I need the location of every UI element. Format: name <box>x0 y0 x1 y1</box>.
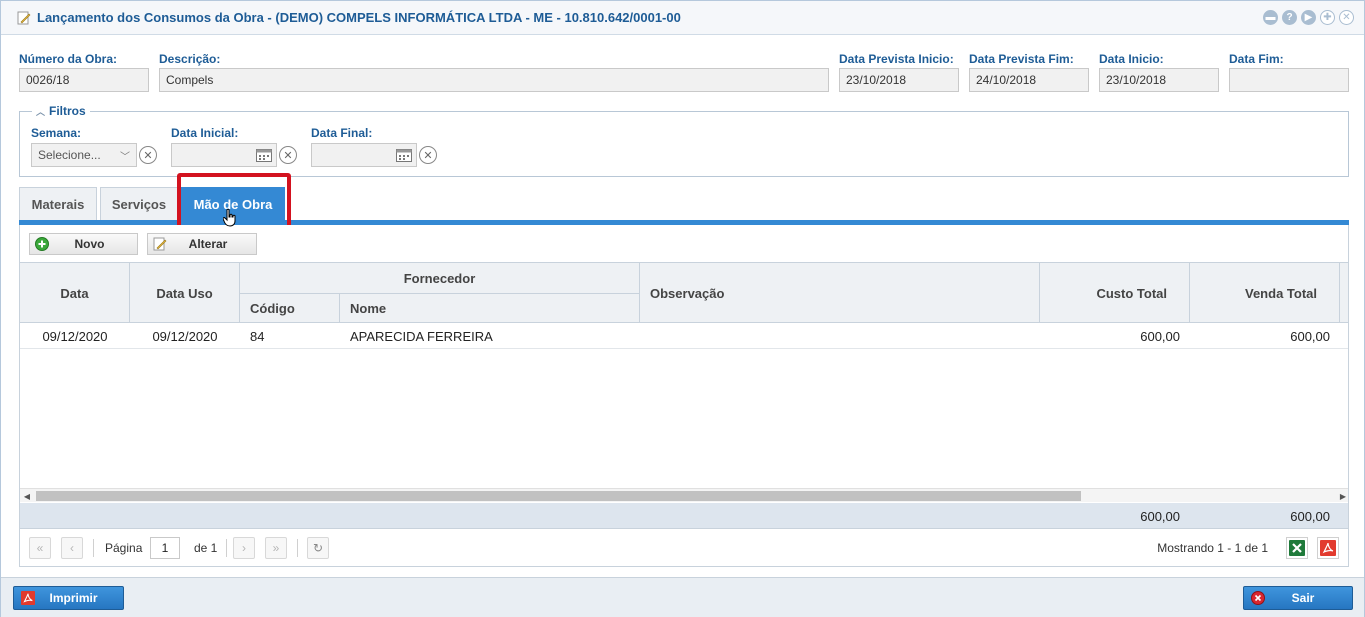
exit-icon <box>1250 590 1266 606</box>
semana-select-value: Selecione... <box>38 148 101 162</box>
pager-separator <box>93 539 94 557</box>
imprimir-button-label: Imprimir <box>49 591 98 605</box>
total-custo: 600,00 <box>1140 508 1180 524</box>
data-inicio-label: Data Inicio: <box>1099 52 1164 66</box>
records-info: Mostrando 1 - 1 de 1 <box>1157 541 1268 555</box>
semana-label: Semana: <box>31 126 82 140</box>
data-prevista-inicio-label: Data Prevista Inicio: <box>839 52 954 66</box>
cell-nome: APARECIDA FERREIRA <box>350 328 493 344</box>
cell-data-uso: 09/12/2020 <box>152 328 218 344</box>
data-grid: Data Data Uso Fornecedor Código Nome Obs… <box>19 262 1349 529</box>
pdf-icon <box>20 590 36 606</box>
filters-fieldset: ︿ Filtros Semana: Selecione... ﹀ ✕ Data … <box>19 104 1349 177</box>
alterar-button[interactable]: Alterar <box>147 233 257 255</box>
column-header-venda-total[interactable]: Venda Total <box>1190 263 1340 323</box>
grid-summary-row: 600,00 600,00 <box>20 503 1348 528</box>
scrollbar-thumb[interactable] <box>36 491 1081 501</box>
refresh-icon[interactable]: ↻ <box>307 537 329 559</box>
data-final-input[interactable] <box>311 143 417 167</box>
chevron-down-icon: ﹀ <box>120 151 130 163</box>
minimize-icon[interactable]: ▬ <box>1263 10 1278 25</box>
novo-button-label: Novo <box>74 237 105 251</box>
cell-observacao <box>640 323 1040 349</box>
page-input[interactable]: 1 <box>150 537 180 559</box>
grid-header: Data Data Uso Fornecedor Código Nome Obs… <box>20 263 1348 323</box>
column-header-data-uso[interactable]: Data Uso <box>130 263 240 323</box>
sair-button-label: Sair <box>1291 591 1315 605</box>
next-page-icon[interactable]: › <box>233 537 255 559</box>
column-group-fornecedor: Fornecedor <box>240 263 640 293</box>
pager-separator <box>297 539 298 557</box>
grid-toolbar: Novo Alterar <box>19 225 1349 263</box>
pager-separator <box>226 539 227 557</box>
cell-data: 09/12/2020 <box>42 328 108 344</box>
column-header-custo-total[interactable]: Custo Total <box>1040 263 1190 323</box>
page-total-label: de 1 <box>194 541 218 555</box>
column-header-observacao[interactable]: Observação <box>640 263 1040 323</box>
data-prevista-inicio-field[interactable]: 23/10/2018 <box>839 68 959 92</box>
pdf-export-icon[interactable] <box>1317 537 1339 559</box>
cell-custo-total: 600,00 <box>1140 328 1180 344</box>
column-header-codigo[interactable]: Código <box>240 293 340 323</box>
maximize-icon[interactable]: ✚ <box>1320 10 1335 25</box>
column-header-nome[interactable]: Nome <box>340 293 640 323</box>
total-venda: 600,00 <box>1290 508 1330 524</box>
prev-page-icon[interactable]: ‹ <box>61 537 83 559</box>
calendar-icon[interactable] <box>396 148 412 162</box>
bottom-bar: Imprimir Sair <box>1 577 1364 617</box>
title-bar: Lançamento dos Consumos da Obra - (DEMO)… <box>1 1 1364 35</box>
data-final-clear-icon[interactable]: ✕ <box>419 146 437 164</box>
pager: « ‹ Página 1 de 1 › » ↻ Mostrando 1 - 1 … <box>19 529 1349 567</box>
window-tools: ▬ ? ▶ ✚ ✕ <box>1263 10 1354 25</box>
tab-materais[interactable]: Materais <box>19 187 97 220</box>
first-page-icon[interactable]: « <box>29 537 51 559</box>
sair-button[interactable]: Sair <box>1243 586 1353 610</box>
last-page-icon[interactable]: » <box>265 537 287 559</box>
cell-venda-total: 600,00 <box>1290 328 1330 344</box>
data-fim-label: Data Fim: <box>1229 52 1284 66</box>
semana-select[interactable]: Selecione... ﹀ <box>31 143 137 167</box>
data-prevista-fim-label: Data Prevista Fim: <box>969 52 1074 66</box>
semana-clear-icon[interactable]: ✕ <box>139 146 157 164</box>
data-inicial-label: Data Inicial: <box>171 126 239 140</box>
close-icon[interactable]: ✕ <box>1339 10 1354 25</box>
filters-legend-label: Filtros <box>49 104 86 118</box>
horizontal-scrollbar[interactable]: ◀ ▶ <box>20 488 1348 503</box>
novo-button[interactable]: Novo <box>29 233 138 255</box>
scroll-right-icon[interactable]: ▶ <box>1336 489 1348 503</box>
imprimir-button[interactable]: Imprimir <box>13 586 124 610</box>
numero-obra-field[interactable]: 0026/18 <box>19 68 149 92</box>
filters-legend[interactable]: ︿ Filtros <box>32 104 90 118</box>
add-icon <box>34 236 50 252</box>
descricao-field[interactable]: Compels <box>159 68 829 92</box>
window-title: Lançamento dos Consumos da Obra - (DEMO)… <box>37 10 681 25</box>
table-row[interactable]: 09/12/2020 09/12/2020 84 APARECIDA FERRE… <box>20 323 1348 349</box>
data-inicio-field[interactable]: 23/10/2018 <box>1099 68 1219 92</box>
cell-codigo: 84 <box>250 328 265 344</box>
data-inicial-input[interactable] <box>171 143 277 167</box>
data-inicial-clear-icon[interactable]: ✕ <box>279 146 297 164</box>
descricao-label: Descrição: <box>159 52 221 66</box>
data-prevista-fim-field[interactable]: 24/10/2018 <box>969 68 1089 92</box>
data-final-label: Data Final: <box>311 126 373 140</box>
help-icon[interactable]: ? <box>1282 10 1297 25</box>
tab-servicos[interactable]: Serviços <box>100 187 178 220</box>
scroll-left-icon[interactable]: ◀ <box>20 489 34 503</box>
excel-export-icon[interactable] <box>1286 537 1308 559</box>
next-icon[interactable]: ▶ <box>1301 10 1316 25</box>
chevron-up-icon: ︿ <box>36 106 46 117</box>
data-fim-field[interactable] <box>1229 68 1349 92</box>
window: Lançamento dos Consumos da Obra - (DEMO)… <box>0 0 1365 617</box>
edit-pencil-icon <box>152 236 168 252</box>
edit-pencil-icon <box>17 11 31 25</box>
column-header-data[interactable]: Data <box>20 263 130 323</box>
numero-obra-label: Número da Obra: <box>19 52 118 66</box>
calendar-icon[interactable] <box>256 148 272 162</box>
hand-cursor-icon <box>223 209 236 227</box>
alterar-button-label: Alterar <box>188 237 228 251</box>
pagina-label: Página <box>105 541 143 555</box>
